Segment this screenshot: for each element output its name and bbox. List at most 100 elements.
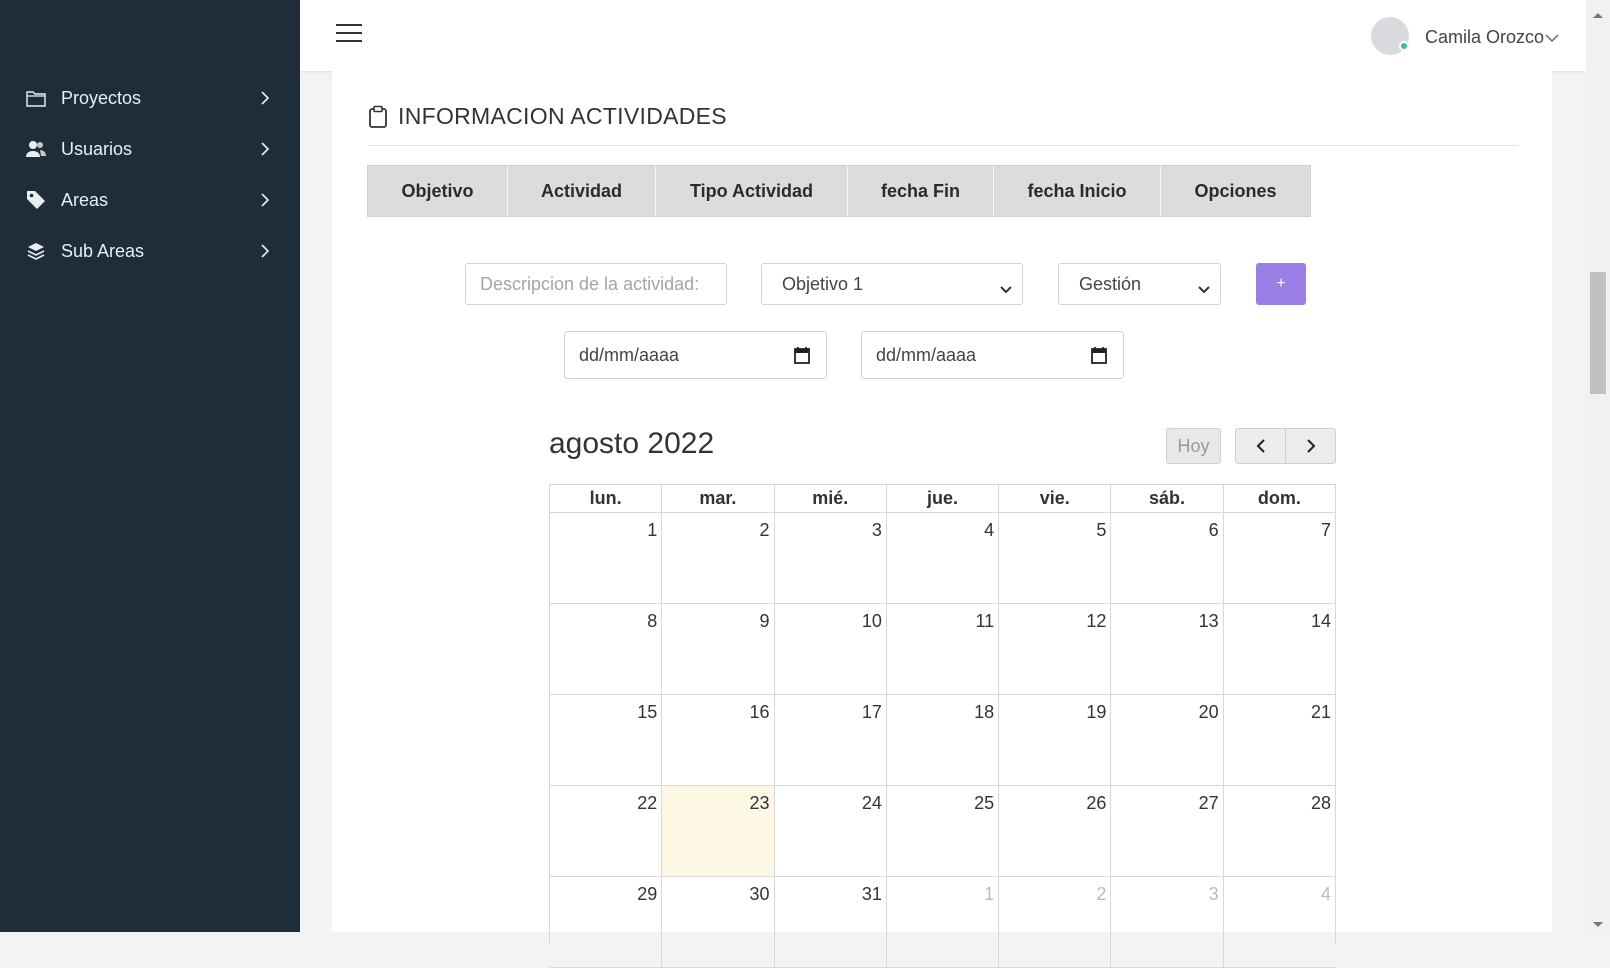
date-inicio-placeholder: dd/mm/aaaa: [876, 344, 977, 365]
folder-icon: [25, 87, 47, 109]
calendar-day[interactable]: 15: [550, 695, 663, 785]
chevron-down-icon: [1198, 279, 1210, 294]
activity-type-value: Gestión: [1079, 273, 1142, 294]
calendar-day[interactable]: 13: [1111, 604, 1224, 694]
divider: [368, 145, 1518, 146]
calendar-day[interactable]: 21: [1224, 695, 1335, 785]
calendar-day[interactable]: 22: [550, 786, 663, 876]
tag-icon: [25, 189, 47, 211]
sidebar-item-label: Sub Areas: [61, 240, 145, 261]
calendar-day[interactable]: 28: [1224, 786, 1335, 876]
calendar-day[interactable]: 8: [550, 604, 663, 694]
calendar-day-headers: lun. mar. mié. jue. vie. sáb. dom.: [550, 485, 1335, 513]
vertical-scrollbar[interactable]: [1586, 0, 1610, 932]
calendar-day[interactable]: 10: [775, 604, 887, 694]
date-fin-placeholder: dd/mm/aaaa: [579, 344, 680, 365]
calendar-day[interactable]: 27: [1111, 786, 1224, 876]
sidebar-item-label: Usuarios: [61, 138, 133, 159]
calendar-day-today[interactable]: 23: [662, 786, 775, 876]
calendar-day[interactable]: 24: [775, 786, 887, 876]
day-header: sáb.: [1111, 485, 1224, 512]
date-inicio-input[interactable]: dd/mm/aaaa: [861, 331, 1124, 379]
calendar-day[interactable]: 2: [662, 513, 775, 603]
calendar-day[interactable]: 12: [999, 604, 1112, 694]
sidebar-item-usuarios[interactable]: Usuarios: [0, 124, 300, 174]
hamburger-menu-icon[interactable]: [336, 24, 362, 44]
calendar-day[interactable]: 31: [775, 877, 887, 967]
calendar-icon[interactable]: [794, 346, 810, 364]
section-title-text: INFORMACION ACTIVIDADES: [398, 103, 727, 129]
table-header: Objetivo Actividad Tipo Actividad fecha …: [367, 165, 1311, 217]
scroll-up-arrow-icon[interactable]: [1592, 6, 1604, 18]
description-placeholder: Descripcion de la actividad:: [480, 273, 700, 294]
calendar-day[interactable]: 5: [999, 513, 1112, 603]
calendar-day[interactable]: 18: [887, 695, 1000, 785]
calendar-day-next-month[interactable]: 1: [887, 877, 1000, 967]
calendar-day[interactable]: 17: [775, 695, 887, 785]
chevron-left-icon: [1256, 439, 1265, 453]
chevron-down-icon: [1000, 279, 1012, 294]
today-button[interactable]: Hoy: [1166, 428, 1221, 464]
chevron-right-icon: [258, 91, 272, 105]
clipboard-icon: [368, 105, 390, 129]
sidebar-item-proyectos[interactable]: Proyectos: [0, 73, 300, 123]
calendar-day[interactable]: 3: [775, 513, 887, 603]
calendar-day[interactable]: 9: [662, 604, 775, 694]
calendar-title: agosto 2022: [549, 427, 715, 460]
column-header-fecha-inicio: fecha Inicio: [994, 166, 1161, 216]
description-input[interactable]: Descripcion de la actividad:: [465, 263, 727, 305]
sidebar-item-sub-areas[interactable]: Sub Areas: [0, 226, 300, 276]
day-header: vie.: [999, 485, 1112, 512]
calendar-day[interactable]: 26: [999, 786, 1112, 876]
calendar-day[interactable]: 14: [1224, 604, 1335, 694]
calendar-day-next-month[interactable]: 3: [1111, 877, 1224, 967]
calendar-day[interactable]: 20: [1111, 695, 1224, 785]
day-header: mar.: [662, 485, 775, 512]
calendar-day-next-month[interactable]: 2: [999, 877, 1112, 967]
day-header: mié.: [775, 485, 887, 512]
column-header-tipo-actividad: Tipo Actividad: [656, 166, 848, 216]
calendar-day[interactable]: 25: [887, 786, 1000, 876]
chevron-right-icon: [258, 142, 272, 156]
chevron-down-icon[interactable]: [1545, 30, 1559, 43]
calendar-day[interactable]: 7: [1224, 513, 1335, 603]
calendar-day[interactable]: 11: [887, 604, 1000, 694]
section-title: INFORMACION ACTIVIDADES: [368, 103, 727, 130]
scrollbar-thumb[interactable]: [1590, 272, 1606, 394]
day-header: dom.: [1257, 488, 1301, 508]
layers-icon: [25, 240, 47, 262]
day-header: lun.: [550, 485, 663, 512]
sidebar: Proyectos Usuarios Areas Sub Areas: [0, 0, 300, 932]
scroll-down-arrow-icon[interactable]: [1592, 916, 1604, 927]
avatar[interactable]: [1371, 17, 1409, 55]
add-activity-button[interactable]: +: [1256, 263, 1306, 305]
chevron-right-icon: [1306, 439, 1315, 453]
sidebar-item-areas[interactable]: Areas: [0, 175, 300, 225]
day-header: jue.: [887, 485, 1000, 512]
activity-type-select[interactable]: Gestión: [1058, 263, 1221, 305]
objective-value: Objetivo 1: [782, 273, 864, 294]
calendar-day[interactable]: 30: [662, 877, 775, 967]
objective-select[interactable]: Objetivo 1: [761, 263, 1023, 305]
calendar-day[interactable]: 1: [550, 513, 663, 603]
next-month-button[interactable]: [1285, 428, 1336, 464]
chevron-right-icon: [258, 244, 272, 258]
calendar-icon[interactable]: [1091, 346, 1107, 364]
calendar-day[interactable]: 29: [550, 877, 663, 967]
date-fin-input[interactable]: dd/mm/aaaa: [564, 331, 827, 379]
main-card: INFORMACION ACTIVIDADES Objetivo Activid…: [332, 71, 1552, 968]
user-name[interactable]: Camila Orozco: [1425, 27, 1544, 48]
calendar-day[interactable]: 4: [887, 513, 1000, 603]
calendar-week: 22 23 24 25 26 27 28: [550, 786, 1335, 877]
topbar: Camila Orozco: [300, 0, 1586, 71]
calendar-day[interactable]: 6: [1111, 513, 1224, 603]
sidebar-item-label: Areas: [61, 189, 109, 210]
column-header-actividad: Actividad: [508, 166, 656, 216]
column-header-fecha-fin: fecha Fin: [848, 166, 994, 216]
calendar-day[interactable]: 19: [999, 695, 1112, 785]
calendar-week: 29 30 31 1 2 3 4: [550, 877, 1335, 968]
calendar-day[interactable]: 16: [662, 695, 775, 785]
prev-month-button[interactable]: [1235, 428, 1286, 464]
chevron-right-icon: [258, 193, 272, 207]
calendar-day-next-month[interactable]: 4: [1224, 877, 1335, 967]
